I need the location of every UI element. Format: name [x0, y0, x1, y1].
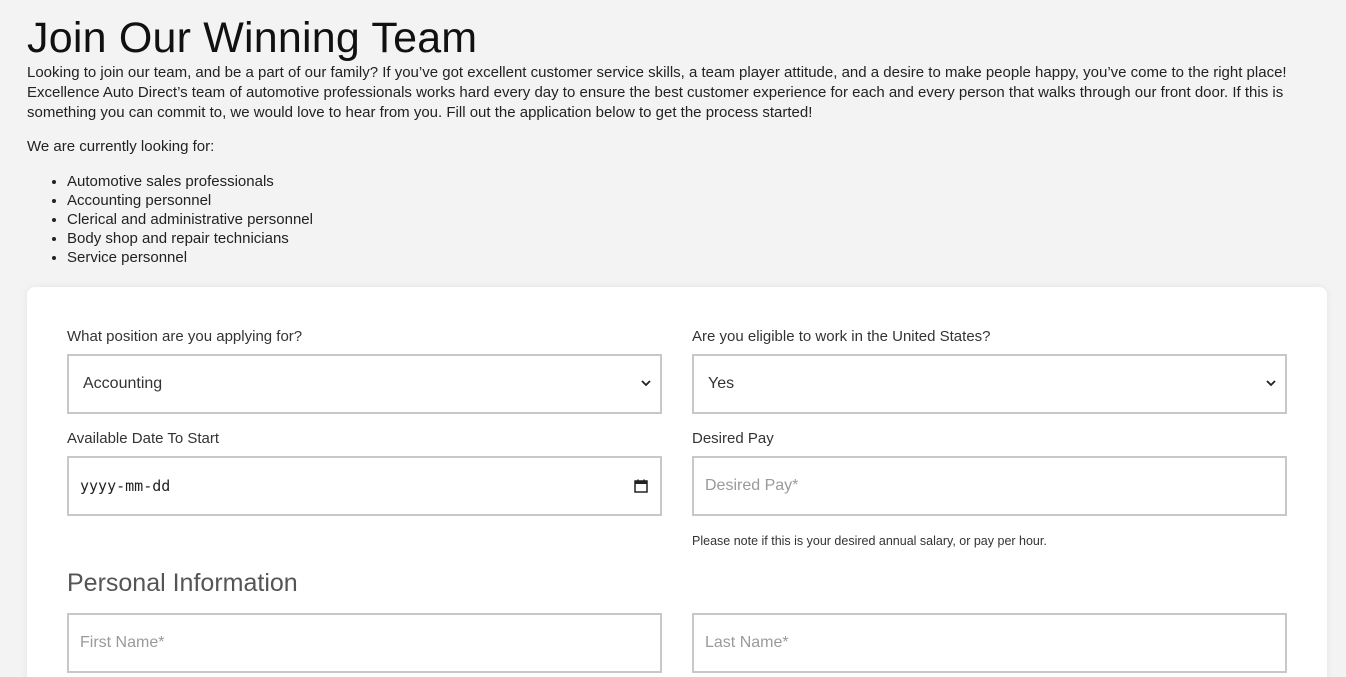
- position-select-value: Accounting: [83, 375, 163, 392]
- list-item: Body shop and repair technicians: [67, 229, 1306, 248]
- chevron-down-icon: [1266, 380, 1276, 387]
- desired-pay-placeholder: Desired Pay*: [705, 477, 799, 494]
- looking-for-text: We are currently looking for:: [27, 138, 215, 155]
- eligible-label: Are you eligible to work in the United S…: [692, 328, 991, 345]
- application-form: What position are you applying for? Acco…: [27, 287, 1327, 677]
- list-item: Accounting personnel: [67, 191, 1306, 210]
- last-name-field: Last Name*: [692, 613, 1287, 673]
- intro-paragraph: Looking to join our team, and be a part …: [27, 64, 1287, 121]
- calendar-icon[interactable]: [634, 479, 648, 493]
- personal-info-heading: Personal Information: [67, 569, 298, 597]
- desired-pay-field: Desired Pay Desired Pay*: [692, 429, 1287, 516]
- eligible-select[interactable]: Yes: [692, 354, 1287, 414]
- start-date-value: yyyy-mm-dd: [80, 477, 171, 495]
- first-name-field: First Name*: [67, 613, 662, 673]
- list-item: Clerical and administrative personnel: [67, 210, 1306, 229]
- start-date-field: Available Date To Start yyyy-mm-dd: [67, 429, 662, 516]
- desired-pay-label: Desired Pay: [692, 430, 774, 447]
- desired-pay-input[interactable]: Desired Pay*: [692, 456, 1287, 516]
- position-select[interactable]: Accounting: [67, 354, 662, 414]
- position-label: What position are you applying for?: [67, 328, 303, 345]
- list-item: Service personnel: [67, 248, 1306, 267]
- page-title: Join Our Winning Team: [27, 14, 478, 62]
- positions-list: Automotive sales professionals Accountin…: [27, 172, 1306, 267]
- desired-pay-note: Please note if this is your desired annu…: [692, 534, 1047, 548]
- first-name-input[interactable]: First Name*: [67, 613, 662, 673]
- eligible-field: Are you eligible to work in the United S…: [692, 327, 1287, 414]
- last-name-placeholder: Last Name*: [705, 634, 789, 651]
- chevron-down-icon: [641, 380, 651, 387]
- eligible-select-value: Yes: [708, 375, 735, 392]
- careers-page: Join Our Winning Team Looking to join ou…: [0, 0, 1346, 677]
- start-date-input[interactable]: yyyy-mm-dd: [67, 456, 662, 516]
- first-name-placeholder: First Name*: [80, 634, 165, 651]
- list-item: Automotive sales professionals: [67, 172, 1306, 191]
- last-name-input[interactable]: Last Name*: [692, 613, 1287, 673]
- position-field: What position are you applying for? Acco…: [67, 327, 662, 414]
- start-date-label: Available Date To Start: [67, 430, 220, 447]
